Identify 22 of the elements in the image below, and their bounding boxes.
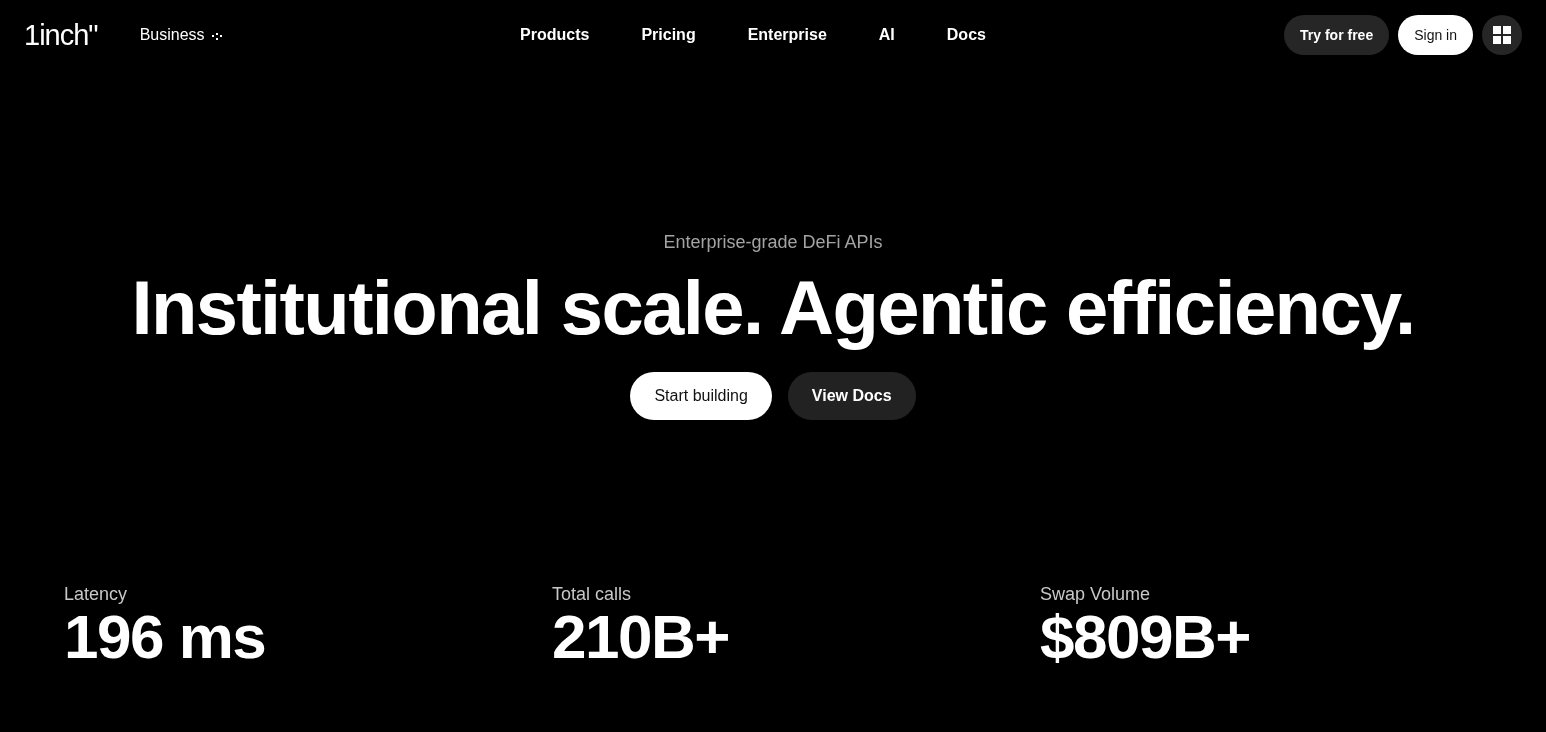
hero-eyebrow: Enterprise-grade DeFi APIs [663, 232, 883, 252]
header-button[interactable]: Sign in [1398, 15, 1473, 55]
header-button[interactable]: Try for free [1284, 15, 1390, 55]
dots-icon [211, 33, 222, 41]
stat-label: Total calls [552, 584, 632, 604]
logo[interactable]: 1inch" [24, 20, 98, 50]
cta-button[interactable]: View Docs [787, 372, 916, 420]
apps-button[interactable] [1482, 15, 1522, 55]
nav-link[interactable]: Pricing [641, 26, 696, 44]
nav-link[interactable]: Products [520, 26, 590, 44]
stat-label: Swap Volume [1040, 584, 1151, 604]
nav-link[interactable]: Docs [946, 26, 986, 44]
nav-link[interactable]: Enterprise [747, 26, 827, 44]
stat-value: 210B+ [552, 604, 729, 670]
hero-headline: Institutional scale. Agentic efficiency. [131, 264, 1415, 352]
stat-label: Latency [64, 584, 128, 604]
grid-icon [1493, 26, 1511, 44]
stat-value: 196 ms [64, 604, 266, 670]
cta-button[interactable]: Start building [630, 372, 772, 420]
nav-link[interactable]: AI [878, 26, 895, 44]
stat-value: $809B+ [1040, 604, 1250, 670]
business-menu-button[interactable]: Business [139, 26, 222, 44]
